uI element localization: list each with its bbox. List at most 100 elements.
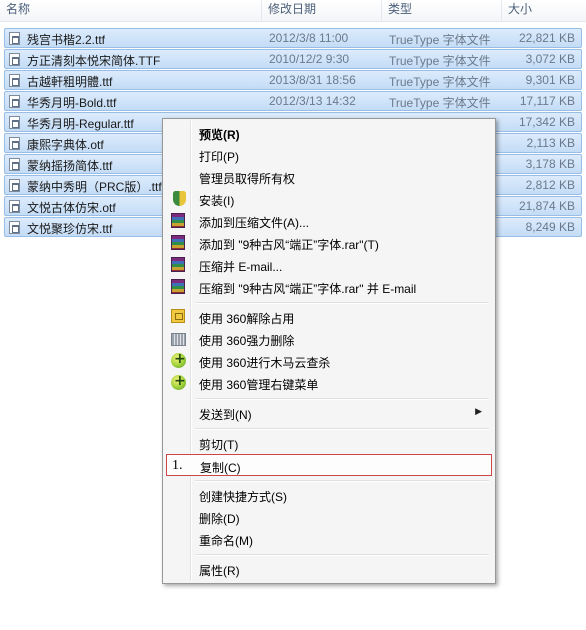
- font-file-icon: [9, 95, 20, 108]
- menu-item-compress-email[interactable]: 压缩并 E-mail...: [166, 254, 492, 276]
- menu-item-print[interactable]: 打印(P): [166, 144, 492, 166]
- column-size[interactable]: 大小: [502, 0, 586, 21]
- menu-label: 使用 360强力删除: [199, 334, 295, 348]
- font-file-icon: [9, 200, 20, 213]
- file-name: 残宫书楷2.2.ttf: [27, 33, 106, 47]
- menu-item-install[interactable]: 安装(I): [166, 188, 492, 210]
- winrar-icon: [171, 213, 185, 228]
- menu-item-create-shortcut[interactable]: 创建快捷方式(S): [166, 484, 492, 506]
- file-row[interactable]: 方正清刻本悦宋简体.TTF 2010/12/2 9:30 TrueType 字体文件…: [4, 49, 582, 69]
- menu-label: 发送到(N): [199, 408, 252, 422]
- menu-label: 复制(C): [200, 461, 241, 475]
- menu-label: 添加到 "9种古风“端正”字体.rar"(T): [199, 238, 379, 252]
- menu-item-360-unlock[interactable]: 使用 360解除占用: [166, 306, 492, 328]
- menu-separator: [195, 428, 489, 430]
- file-name: 古越軒粗明體.ttf: [27, 75, 113, 89]
- file-size: 2,812 KB: [525, 178, 575, 192]
- column-name[interactable]: 名称: [0, 0, 262, 21]
- file-name: 华秀月明-Regular.ttf: [27, 117, 134, 131]
- shredder-icon: [171, 333, 186, 346]
- menu-label: 删除(D): [199, 512, 240, 526]
- menu-separator: [195, 554, 489, 556]
- menu-item-cut[interactable]: 剪切(T): [166, 432, 492, 454]
- font-file-icon: [9, 32, 20, 45]
- font-file-icon: [9, 158, 20, 171]
- column-header: 名称 修改日期 类型 大小: [0, 0, 586, 22]
- file-size: 3,178 KB: [525, 157, 575, 171]
- file-type: TrueType 字体文件: [389, 33, 491, 47]
- file-date: 2013/8/31 18:56: [269, 73, 356, 87]
- file-size: 21,874 KB: [518, 199, 575, 213]
- menu-label: 预览(R): [199, 128, 240, 142]
- file-name: 文悦古体仿宋.otf: [27, 201, 116, 215]
- menu-item-copy[interactable]: 1. 复制(C): [166, 454, 492, 476]
- file-size: 2,113 KB: [526, 136, 575, 150]
- menu-label: 打印(P): [199, 150, 239, 164]
- font-file-icon: [9, 221, 20, 234]
- menu-item-360-shred[interactable]: 使用 360强力删除: [166, 328, 492, 350]
- menu-separator: [195, 302, 489, 304]
- font-file-icon: [9, 179, 20, 192]
- file-row[interactable]: 古越軒粗明體.ttf 2013/8/31 18:56 TrueType 字体文件 9,…: [4, 70, 582, 90]
- menu-label: 添加到压缩文件(A)...: [199, 216, 309, 230]
- file-size: 8,249 KB: [525, 220, 575, 234]
- menu-label: 安装(I): [199, 194, 235, 208]
- menu-item-add-to-rar[interactable]: 添加到 "9种古风“端正”字体.rar"(T): [166, 232, 492, 254]
- file-name: 康熙字典体.otf: [27, 138, 104, 152]
- file-row[interactable]: 华秀月明-Bold.ttf 2012/3/13 14:32 TrueType 字体文…: [4, 91, 582, 111]
- file-size: 17,342 KB: [518, 115, 575, 129]
- file-name: 方正清刻本悦宋简体.TTF: [27, 54, 161, 68]
- font-file-icon: [9, 74, 20, 87]
- menu-item-360-scan[interactable]: 使用 360进行木马云查杀: [166, 350, 492, 372]
- menu-item-add-to-archive[interactable]: 添加到压缩文件(A)...: [166, 210, 492, 232]
- column-type[interactable]: 类型: [382, 0, 502, 21]
- menu-item-compress-rar-email[interactable]: 压缩到 "9种古风“端正”字体.rar" 并 E-mail: [166, 276, 492, 298]
- menu-label: 属性(R): [199, 564, 240, 578]
- menu-item-properties[interactable]: 属性(R): [166, 558, 492, 580]
- menu-label: 压缩并 E-mail...: [199, 260, 283, 274]
- 360-plus-icon: [171, 351, 186, 368]
- file-date: 2012/3/8 11:00: [269, 31, 349, 45]
- winrar-icon: [171, 235, 185, 250]
- file-type: TrueType 字体文件: [389, 75, 491, 89]
- file-type: TrueType 字体文件: [389, 96, 491, 110]
- context-menu: 预览(R) 打印(P) 管理员取得所有权 安装(I) 添加到压缩文件(A)...…: [162, 118, 496, 584]
- menu-item-take-ownership[interactable]: 管理员取得所有权: [166, 166, 492, 188]
- file-size: 9,301 KB: [525, 73, 575, 87]
- menu-label: 管理员取得所有权: [199, 172, 296, 186]
- font-file-icon: [9, 137, 20, 150]
- uac-shield-icon: [173, 191, 186, 206]
- menu-label: 剪切(T): [199, 438, 239, 452]
- menu-separator: [195, 480, 489, 482]
- menu-label: 压缩到 "9种古风“端正”字体.rar" 并 E-mail: [199, 282, 417, 296]
- column-date-modified[interactable]: 修改日期: [262, 0, 382, 21]
- menu-item-rename[interactable]: 重命名(M): [166, 528, 492, 550]
- font-file-icon: [9, 116, 20, 129]
- file-size: 3,072 KB: [525, 52, 575, 66]
- menu-item-360-manage[interactable]: 使用 360管理右键菜单: [166, 372, 492, 394]
- file-size: 17,117 KB: [519, 94, 575, 108]
- unlock-icon: [171, 309, 185, 323]
- file-date: 2012/3/13 14:32: [269, 94, 356, 108]
- file-name: 文悦聚珍仿宋.ttf: [27, 222, 113, 236]
- menu-item-preview[interactable]: 预览(R): [166, 122, 492, 144]
- file-row[interactable]: 残宫书楷2.2.ttf 2012/3/8 11:00 TrueType 字体文件 22…: [4, 28, 582, 48]
- 360-plus-icon: [171, 373, 186, 390]
- submenu-arrow-icon: ▶: [475, 406, 482, 416]
- menu-label: 创建快捷方式(S): [199, 490, 287, 504]
- menu-separator: [195, 398, 489, 400]
- file-type: TrueType 字体文件: [389, 54, 491, 68]
- file-name: 蒙纳摇扬简体.ttf: [27, 159, 113, 173]
- file-size: 22,821 KB: [518, 31, 575, 45]
- step-marker: 1.: [172, 458, 183, 473]
- winrar-icon: [171, 279, 185, 294]
- file-explorer: 名称 修改日期 类型 大小 残宫书楷2.2.ttf 2012/3/8 11:00 T…: [0, 0, 586, 630]
- file-date: 2010/12/2 9:30: [269, 52, 350, 66]
- menu-item-send-to[interactable]: 发送到(N) ▶: [166, 402, 492, 424]
- menu-item-delete[interactable]: 删除(D): [166, 506, 492, 528]
- menu-label: 使用 360解除占用: [199, 312, 295, 326]
- menu-label: 使用 360管理右键菜单: [199, 378, 319, 392]
- menu-label: 重命名(M): [199, 534, 253, 548]
- file-name: 华秀月明-Bold.ttf: [27, 96, 117, 110]
- menu-label: 使用 360进行木马云查杀: [199, 356, 331, 370]
